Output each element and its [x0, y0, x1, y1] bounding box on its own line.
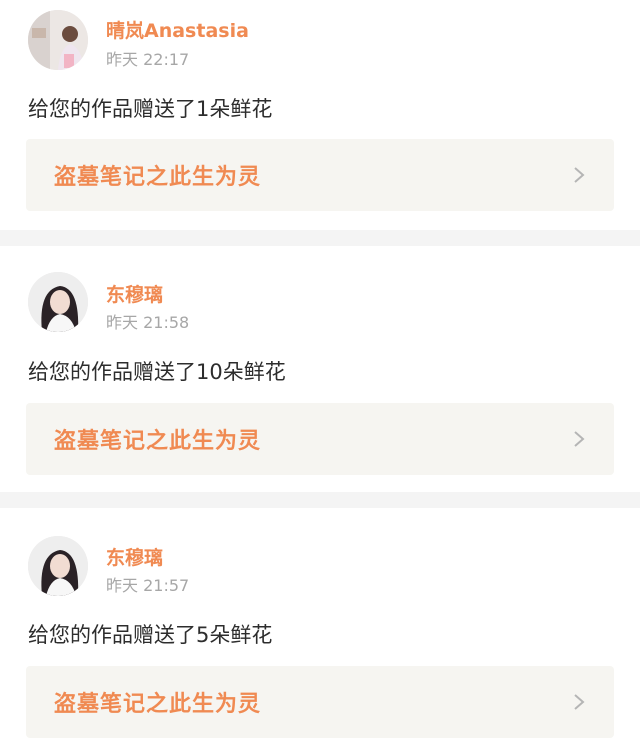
notification-item: 东穆璃 昨天 21:57 给您的作品赠送了5朵鲜花 盗墓笔记之此生为灵: [0, 508, 640, 745]
chevron-right-icon: [574, 694, 585, 710]
work-link-card[interactable]: 盗墓笔记之此生为灵: [26, 139, 614, 211]
gift-message: 给您的作品赠送了10朵鲜花: [28, 360, 286, 384]
notification-item: 东穆璃 昨天 21:58 给您的作品赠送了10朵鲜花 盗墓笔记之此生为灵: [0, 246, 640, 492]
user-avatar-icon[interactable]: [28, 536, 88, 596]
work-title: 盗墓笔记之此生为灵: [54, 429, 262, 454]
section-divider: [0, 492, 640, 508]
notification-feed: 晴岚Anastasia 昨天 22:17 给您的作品赠送了1朵鲜花 盗墓笔记之此…: [0, 0, 640, 745]
user-avatar-icon[interactable]: [28, 10, 88, 70]
user-avatar-icon[interactable]: [28, 272, 88, 332]
work-link-card[interactable]: 盗墓笔记之此生为灵: [26, 666, 614, 738]
timestamp: 昨天 22:17: [106, 50, 190, 69]
section-divider: [0, 230, 640, 246]
chevron-right-icon: [574, 167, 585, 183]
timestamp: 昨天 21:58: [106, 313, 190, 332]
gift-message: 给您的作品赠送了5朵鲜花: [28, 623, 273, 647]
user-name[interactable]: 东穆璃: [106, 543, 163, 570]
notification-item: 晴岚Anastasia 昨天 22:17 给您的作品赠送了1朵鲜花 盗墓笔记之此…: [0, 0, 640, 230]
work-title: 盗墓笔记之此生为灵: [54, 692, 262, 717]
timestamp: 昨天 21:57: [106, 576, 190, 595]
work-link-card[interactable]: 盗墓笔记之此生为灵: [26, 403, 614, 475]
user-name[interactable]: 晴岚Anastasia: [106, 16, 249, 43]
gift-message: 给您的作品赠送了1朵鲜花: [28, 97, 273, 121]
user-name[interactable]: 东穆璃: [106, 280, 163, 307]
chevron-right-icon: [574, 431, 585, 447]
work-title: 盗墓笔记之此生为灵: [54, 165, 262, 190]
